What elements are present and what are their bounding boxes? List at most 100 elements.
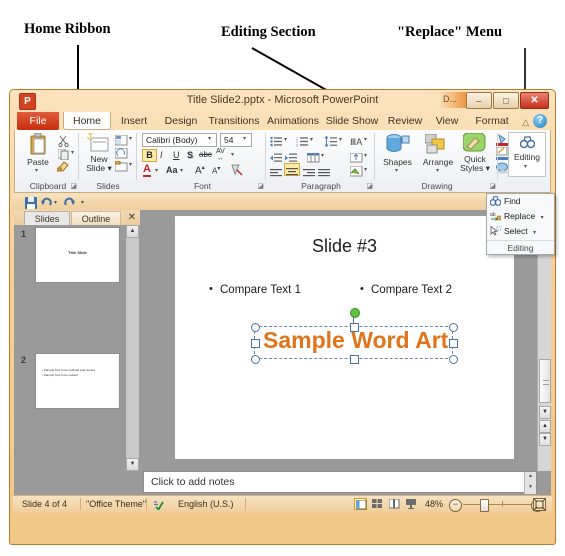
undo-chevron-down-icon[interactable]: ▾ <box>54 199 57 206</box>
resize-handle-top-center[interactable] <box>350 323 359 332</box>
italic-button[interactable]: I <box>160 150 163 160</box>
copy-chevron-down-icon[interactable]: ▾ <box>71 149 74 156</box>
select-chevron-down-icon[interactable]: ▾ <box>533 230 536 236</box>
center-align-button[interactable] <box>284 163 300 176</box>
menu-item-replace[interactable]: ab Replace ▾ <box>487 209 554 224</box>
view-slide-sorter-button[interactable] <box>371 498 384 510</box>
minimize-ribbon-icon[interactable]: △ <box>522 117 529 128</box>
paste-icon[interactable] <box>28 132 48 156</box>
arrange-chevron-down-icon[interactable]: ▾ <box>436 167 439 174</box>
strikethrough-button[interactable]: abc <box>199 150 212 159</box>
tab-format[interactable]: Format <box>468 112 516 130</box>
line-spacing-chevron-down-icon[interactable]: ▾ <box>339 136 342 143</box>
slide-bullet-2[interactable]: Compare Text 2 <box>360 283 452 296</box>
layout-chevron-down-icon[interactable]: ▾ <box>129 135 132 142</box>
tab-view[interactable]: View <box>429 112 465 130</box>
resize-handle-top-left[interactable] <box>251 323 260 332</box>
font-size-combobox[interactable]: 54 <box>220 133 252 147</box>
notes-scroll-up-button[interactable]: ▲ <box>525 472 536 482</box>
slide-editing-area[interactable]: Slide #3 Compare Text 1 Compare Text 2 S… <box>140 210 537 471</box>
slide-counter[interactable]: Slide 4 of 4 <box>22 499 67 509</box>
tab-animations[interactable]: Animations <box>264 112 322 130</box>
customize-qat-chevron-down-icon[interactable]: ▾ <box>81 199 84 206</box>
font-name-chevron-down-icon[interactable]: ▾ <box>208 135 211 142</box>
resize-handle-middle-left[interactable] <box>251 339 260 348</box>
theme-name[interactable]: "Office Theme" <box>86 499 146 509</box>
grow-font-button[interactable]: A▴ <box>195 164 205 176</box>
columns-chevron-down-icon[interactable]: ▾ <box>321 152 324 159</box>
text-direction-chevron-down-icon[interactable]: ▾ <box>364 136 367 143</box>
convert-to-smartart-icon[interactable] <box>349 164 363 182</box>
arrange-icon[interactable] <box>424 133 449 159</box>
font-dialog-launcher[interactable]: ◪ <box>257 182 264 190</box>
minimize-button[interactable]: – <box>466 92 492 109</box>
current-slide[interactable]: Slide #3 Compare Text 1 Compare Text 2 S… <box>175 216 514 459</box>
language-indicator[interactable]: English (U.S.) <box>178 499 234 509</box>
text-shadow-button[interactable]: S <box>187 150 193 160</box>
thumbnail-scroll-down-button[interactable]: ▼ <box>126 458 139 471</box>
bold-button[interactable]: B <box>142 149 157 162</box>
font-name-combobox[interactable]: Calibri (Body) <box>142 133 217 147</box>
notes-scroll-down-button[interactable]: ▼ <box>525 483 536 493</box>
bullets-chevron-down-icon[interactable]: ▾ <box>284 136 287 143</box>
menu-item-select[interactable]: Select ▾ <box>487 224 554 239</box>
tab-slides[interactable]: Slides <box>24 211 70 225</box>
format-painter-icon[interactable] <box>56 159 70 177</box>
character-spacing-chevron-down-icon[interactable]: ▾ <box>231 151 234 158</box>
resize-handle-bottom-left[interactable] <box>251 355 260 364</box>
section-icon[interactable] <box>114 159 128 177</box>
clipboard-dialog-launcher[interactable]: ◪ <box>70 182 77 190</box>
scrollbar-thumb[interactable] <box>539 359 551 403</box>
fit-slide-to-window-button[interactable] <box>533 498 546 511</box>
resize-handle-bottom-center[interactable] <box>350 355 359 364</box>
font-size-chevron-down-icon[interactable]: ▾ <box>243 135 246 142</box>
slide-bullet-1[interactable]: Compare Text 1 <box>209 283 301 296</box>
character-spacing-button[interactable]: AV ↔ <box>216 148 225 162</box>
tab-home[interactable]: Home <box>63 112 111 130</box>
zoom-out-button[interactable]: − <box>449 499 462 512</box>
tab-outline[interactable]: Outline <box>71 211 121 225</box>
tab-insert[interactable]: Insert <box>113 112 155 130</box>
view-normal-button[interactable] <box>354 498 367 510</box>
scroll-down-button[interactable]: ▼ <box>539 406 551 419</box>
view-reading-button[interactable] <box>388 498 401 510</box>
resize-handle-top-right[interactable] <box>449 323 458 332</box>
next-slide-button[interactable]: ▼ <box>539 433 551 446</box>
notes-input[interactable]: Click to add notes ▲ ▼ <box>143 471 537 494</box>
resize-handle-bottom-right[interactable] <box>449 355 458 364</box>
tab-review[interactable]: Review <box>383 112 427 130</box>
spell-check-icon[interactable] <box>152 499 164 512</box>
thumbnail-scrollbar[interactable]: ▲ ▼ <box>126 225 139 471</box>
slide-thumbnails-pane[interactable]: 1 Title Slide 2 • Sample Text to be outl… <box>14 225 140 471</box>
editing-button[interactable]: Editing ▾ <box>508 132 546 177</box>
previous-slide-button[interactable]: ▲ <box>539 420 551 433</box>
shapes-chevron-down-icon[interactable]: ▾ <box>395 167 398 174</box>
align-text-chevron-down-icon[interactable]: ▾ <box>364 152 367 159</box>
thumbnail-slide-1[interactable]: 1 Title Slide <box>14 225 140 288</box>
help-icon[interactable]: ? <box>533 114 547 128</box>
underline-button[interactable]: U <box>173 150 180 160</box>
section-chevron-down-icon[interactable]: ▾ <box>129 161 132 168</box>
rotation-handle[interactable] <box>350 308 360 318</box>
zoom-slider-handle[interactable] <box>480 499 489 512</box>
close-panel-icon[interactable]: ✕ <box>128 211 136 225</box>
numbering-chevron-down-icon[interactable]: ▾ <box>310 136 313 143</box>
close-button[interactable]: ✕ <box>520 92 549 109</box>
font-color-button[interactable]: A <box>143 164 151 177</box>
maximize-button[interactable]: □ <box>493 92 519 109</box>
thumbnail-slide-2[interactable]: 2 • Sample Text to be outlined and neste… <box>14 351 140 414</box>
notes-pane[interactable]: Click to add notes ▲ ▼ <box>140 471 537 495</box>
notes-scrollbar[interactable]: ▲ ▼ <box>524 472 536 494</box>
replace-chevron-down-icon[interactable]: ▾ <box>541 215 544 221</box>
drawing-dialog-launcher[interactable]: ◪ <box>489 182 496 190</box>
resize-handle-middle-right[interactable] <box>449 339 458 348</box>
view-slide-show-button[interactable] <box>405 498 418 510</box>
paste-chevron-down-icon[interactable]: ▾ <box>35 167 38 174</box>
tab-slide-show[interactable]: Slide Show <box>324 112 380 130</box>
paragraph-dialog-launcher[interactable]: ◪ <box>366 182 373 190</box>
smartart-chevron-down-icon[interactable]: ▾ <box>364 166 367 173</box>
tab-design[interactable]: Design <box>158 112 204 130</box>
line-spacing-icon[interactable] <box>324 134 338 152</box>
shapes-icon[interactable] <box>385 133 411 159</box>
menu-item-find[interactable]: Find <box>487 194 554 209</box>
